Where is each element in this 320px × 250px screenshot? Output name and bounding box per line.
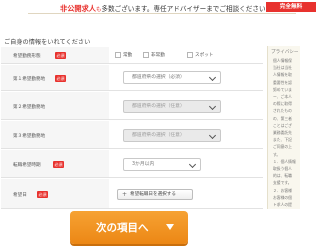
info-banner: 非公開求人も多数ございます。専任アドバイザーまでご相談ください！ 完全無料 (28, 2, 316, 14)
form-row-location-3: 第３希望勤務地 都道府県の選択（任意） (1, 120, 263, 149)
required-badge: 必須 (55, 75, 66, 82)
privacy-line: また、下記 (273, 137, 292, 143)
row-label-cell: 第３希望勤務地 (1, 121, 109, 149)
select-value: 都道府県の選択（任意） (132, 133, 185, 138)
row-value-cell: 都道府県の選択（任意） (109, 121, 263, 149)
privacy-line: の際に取得 (273, 101, 292, 107)
form-heading: ご自身の情報をいれてください (4, 39, 91, 46)
location-3-select[interactable]: 都道府県の選択（任意） (123, 129, 221, 142)
privacy-line: お客様の個 (273, 194, 292, 200)
row-value-cell: 都道府県の選択（任意） (109, 92, 263, 120)
required-badge: 必須 (55, 52, 66, 59)
privacy-line: 取扱う個人 (273, 166, 292, 171)
checkbox-spot[interactable]: スポット (187, 52, 213, 58)
privacy-line: ト求人の提 (273, 202, 292, 207)
privacy-title: プライバシー (271, 50, 299, 55)
row-value-cell: 常勤 非常勤 スポット (109, 47, 263, 64)
chevron-down-icon (188, 160, 197, 169)
banner-text: 多数ございます。専任アドバイザーまでご相談ください！ (101, 5, 273, 13)
privacy-line: ー、ご本人 (273, 94, 292, 99)
privacy-line: されたもの (273, 108, 292, 114)
location-1-select[interactable]: 都道府県の選択（必須） (123, 71, 221, 84)
select-value: 都道府県の選択（任意） (132, 104, 185, 109)
row-label-cell: 第１希望勤務地 必須 (1, 65, 109, 91)
privacy-line: 重要性を認 (273, 79, 292, 85)
chevron-down-icon (208, 102, 217, 111)
location-2-select[interactable]: 都道府県の選択（任意） (123, 100, 221, 113)
privacy-line: 当社は当社 (273, 65, 292, 71)
plus-icon: + (122, 191, 128, 198)
form-row-date: 希望日 必須 + 希望転職日を選択する (1, 178, 263, 209)
checkbox-label: スポット (195, 53, 214, 58)
checkbox-box[interactable] (187, 52, 193, 58)
required-badge: 必須 (53, 161, 64, 168)
row-label-cell: 第２希望勤務地 (1, 92, 109, 120)
form-row-employment-type: 希望勤務形態 必須 常勤 非常勤 スポット (1, 46, 263, 64)
caret-down-icon (166, 224, 174, 230)
checkbox-box[interactable] (143, 52, 149, 58)
next-button-label: 次の項目へ (96, 222, 149, 234)
row-label-cell: 希望日 必須 (1, 179, 109, 209)
job-preference-form: 希望勤務形態 必須 常勤 非常勤 スポット 第１希望勤務地 必須 都道府県の選択… (1, 46, 263, 209)
banner-highlight: 非公開求人 (60, 4, 96, 13)
privacy-line: １．個人情報 (273, 158, 296, 164)
button-label: 希望転職日を選択する (130, 192, 176, 197)
row-value-cell: + 希望転職日を選択する (109, 179, 263, 209)
row-label-cell: 希望勤務形態 必須 (1, 47, 109, 64)
page: 非公開求人も多数ございます。専任アドバイザーまでご相談ください！ 完全無料 ご自… (0, 0, 316, 250)
free-badge: 完全無料 (266, 2, 316, 12)
select-value: 都道府県の選択（必須） (132, 75, 185, 80)
row-value-cell: 都道府県の選択（必須） (109, 65, 263, 91)
privacy-line: 的は、転職 (273, 173, 292, 179)
form-row-location-1: 第１希望勤務地 必須 都道府県の選択（必須） (1, 64, 263, 91)
privacy-line: 業務委託先 (273, 130, 292, 135)
checkbox-parttime[interactable]: 非常勤 (143, 52, 165, 58)
checkbox-box[interactable] (115, 52, 121, 58)
privacy-line: ご同意の上 (273, 144, 292, 150)
form-row-timing: 転職希望時期 必須 3か月以内 (1, 149, 263, 178)
privacy-line: の、第三者 (273, 115, 292, 121)
checkbox-fulltime[interactable]: 常勤 (115, 52, 132, 58)
timing-select[interactable]: 3か月以内 (123, 158, 201, 171)
row-label-cell: 転職希望時期 必須 (1, 150, 109, 178)
privacy-line: 人情報を取 (273, 72, 292, 78)
required-badge: 必須 (37, 191, 48, 198)
select-value: 3か月以内 (132, 162, 155, 167)
row-label: 第２希望勤務地 (13, 105, 46, 110)
privacy-line: 個人情報保 (273, 58, 292, 63)
privacy-line: 努めていま (273, 86, 292, 92)
privacy-line: ２．お客様 (273, 187, 292, 193)
checkbox-label: 非常勤 (151, 53, 165, 58)
chevron-down-icon (208, 131, 217, 140)
form-row-location-2: 第２希望勤務地 都道府県の選択（任意） (1, 91, 263, 120)
row-label: 希望日 (13, 193, 27, 198)
chevron-down-icon (208, 73, 217, 82)
privacy-line: 支援です。 (273, 180, 292, 186)
row-label: 転職希望時期 (13, 163, 41, 168)
banner-message: 非公開求人も多数ございます。専任アドバイザーまでご相談ください！ (60, 3, 272, 14)
privacy-line: ことはござ (273, 122, 292, 128)
checkbox-label: 常勤 (123, 53, 133, 58)
select-date-button[interactable]: + 希望転職日を選択する (117, 189, 193, 200)
privacy-policy-panel[interactable]: プライバシー 個人情報保当社は当社 人情報を取 重要性を認 努めていまー、ご本人の際に… (267, 46, 300, 209)
privacy-line: す。 (273, 151, 281, 157)
next-step-button[interactable]: 次の項目へ (70, 211, 188, 244)
row-label: 第１希望勤務地 (13, 77, 46, 82)
row-label: 希望勤務形態 (13, 54, 41, 59)
row-label: 第３希望勤務地 (13, 134, 46, 139)
row-value-cell: 3か月以内 (109, 150, 263, 178)
